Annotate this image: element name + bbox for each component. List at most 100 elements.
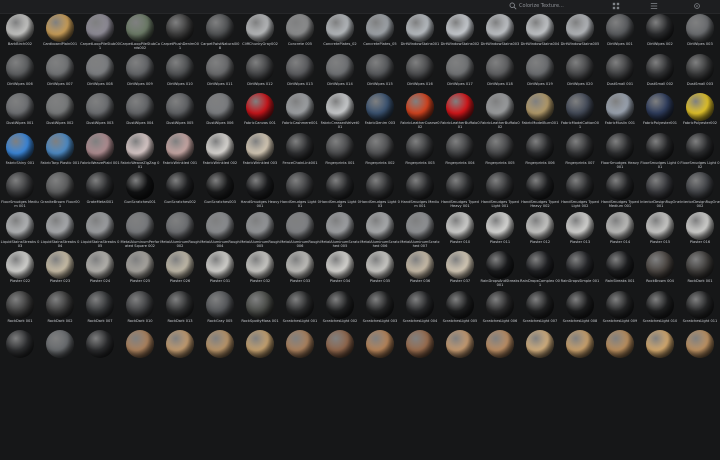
texture-item[interactable] — [280, 329, 320, 369]
texture-item[interactable]: FloorSmudges Heavy 001 — [600, 132, 640, 172]
texture-item[interactable]: GunScratches001 — [120, 171, 160, 211]
texture-item[interactable]: DustWipes 002 — [40, 92, 80, 132]
texture-item[interactable]: FabricLeatherCoarse002 — [400, 92, 440, 132]
texture-item[interactable]: HandSmudges Typed Medium 001 — [600, 171, 640, 211]
texture-item[interactable] — [40, 329, 80, 369]
texture-item[interactable] — [360, 329, 400, 369]
texture-item[interactable]: FabricShiny 001 — [0, 132, 40, 172]
texture-item[interactable]: GraniteBrown Floor001 — [40, 171, 80, 211]
texture-item[interactable]: DustWipes 005 — [160, 92, 200, 132]
texture-item[interactable]: HandSmudges Light 002 — [320, 171, 360, 211]
texture-item[interactable]: ScratchesLight 002 — [320, 290, 360, 330]
texture-item[interactable]: FloorSmudges Light 002 — [680, 132, 720, 172]
texture-item[interactable]: HandSmudges Typed Light 001 — [480, 171, 520, 211]
texture-item[interactable]: RockDark 002 — [40, 290, 80, 330]
texture-item[interactable]: ScratchesLight 008 — [560, 290, 600, 330]
texture-item[interactable]: Fingerprints 006 — [520, 132, 560, 172]
texture-item[interactable] — [160, 329, 200, 369]
texture-item[interactable]: ScratchesLight 003 — [360, 290, 400, 330]
texture-item[interactable] — [200, 329, 240, 369]
texture-item[interactable]: FabricTarp Plastic 001 — [40, 132, 80, 172]
texture-item[interactable] — [80, 329, 120, 369]
texture-item[interactable]: DirtWipes 012 — [240, 53, 280, 93]
texture-item[interactable]: LiquidStainsStreaks 004 — [40, 211, 80, 251]
texture-item[interactable]: DirtWindowStains002 — [440, 13, 480, 53]
texture-item[interactable]: DirtWipes 007 — [40, 53, 80, 93]
texture-item[interactable]: ScratchesLight 007 — [520, 290, 560, 330]
texture-item[interactable]: MetalAluminumRough 004 — [200, 211, 240, 251]
texture-item[interactable]: FloorSmudges Light 001 — [640, 132, 680, 172]
texture-item[interactable] — [400, 329, 440, 369]
texture-item[interactable]: MetalAluminumRough 005 — [240, 211, 280, 251]
texture-item[interactable]: LiquidStainsStreaks 005 — [80, 211, 120, 251]
texture-item[interactable]: DirtWipes 008 — [80, 53, 120, 93]
texture-item[interactable]: Plaster 035 — [360, 250, 400, 290]
texture-item[interactable]: ScratchesLight 006 — [480, 290, 520, 330]
texture-item[interactable]: DirtWipes 019 — [520, 53, 560, 93]
texture-item[interactable]: Plaster 032 — [240, 250, 280, 290]
texture-item[interactable]: RockDark 001 — [680, 250, 720, 290]
texture-item[interactable]: LiquidStainsStreaks 003 — [0, 211, 40, 251]
texture-item[interactable]: RockGray 005 — [200, 290, 240, 330]
texture-item[interactable]: Plaster 011 — [480, 211, 520, 251]
texture-item[interactable]: ScratchesLight 009 — [600, 290, 640, 330]
texture-item[interactable]: FabricMuslin 001 — [600, 92, 640, 132]
texture-item[interactable]: Fingerprints 003 — [400, 132, 440, 172]
texture-item[interactable]: Plaster 031 — [200, 250, 240, 290]
texture-item[interactable] — [0, 329, 40, 369]
search-input[interactable]: Colorize Texture... — [519, 1, 601, 11]
texture-item[interactable]: FabricWrinkled 002 — [200, 132, 240, 172]
texture-item[interactable]: DirtWipes 010 — [160, 53, 200, 93]
texture-item[interactable]: DustWipes 004 — [120, 92, 160, 132]
texture-item[interactable]: GrateMetal001 — [80, 171, 120, 211]
texture-item[interactable]: CardboardPlain001 — [40, 13, 80, 53]
texture-item[interactable]: Plaster 022 — [0, 250, 40, 290]
texture-item[interactable] — [320, 329, 360, 369]
texture-item[interactable]: Plaster 034 — [320, 250, 360, 290]
texture-item[interactable]: ScratchesLight 004 — [400, 290, 440, 330]
texture-item[interactable]: Plaster 037 — [440, 250, 480, 290]
texture-item[interactable]: DirtWindowStains004 — [520, 13, 560, 53]
texture-item[interactable]: FabricModelBurn001 — [520, 92, 560, 132]
texture-item[interactable]: DirtWipes 020 — [560, 53, 600, 93]
texture-item[interactable]: Plaster 013 — [560, 211, 600, 251]
texture-item[interactable]: DustWipes 003 — [80, 92, 120, 132]
texture-item[interactable]: Plaster 024 — [80, 250, 120, 290]
settings-icon[interactable] — [693, 2, 701, 10]
texture-item[interactable] — [440, 329, 480, 369]
texture-item[interactable]: DirtWipes 003 — [680, 13, 720, 53]
texture-item[interactable]: DirtWindowStains003 — [480, 13, 520, 53]
texture-item[interactable]: HandSmudges Light 001 — [280, 171, 320, 211]
texture-item[interactable]: FabricWeaveZigZag 001 — [120, 132, 160, 172]
texture-item[interactable]: FabricWrinkled 003 — [240, 132, 280, 172]
texture-item[interactable]: DirtWipes 014 — [320, 53, 360, 93]
texture-item[interactable]: DustWipes 006 — [200, 92, 240, 132]
texture-item[interactable]: Plaster 023 — [40, 250, 80, 290]
texture-item[interactable]: ScratchesLight 010 — [640, 290, 680, 330]
texture-item[interactable]: DirtWipes 016 — [400, 53, 440, 93]
texture-item[interactable]: GunScratches003 — [200, 171, 240, 211]
texture-item[interactable]: DustSmall 003 — [680, 53, 720, 93]
texture-item[interactable]: DustWipes 001 — [0, 92, 40, 132]
texture-item[interactable]: Fingerprints 002 — [360, 132, 400, 172]
grid-view-icon[interactable] — [612, 2, 620, 10]
texture-item[interactable] — [480, 329, 520, 369]
texture-item[interactable]: Plaster 012 — [520, 211, 560, 251]
texture-item[interactable]: CarpetLoopPileStubCords002 — [120, 13, 160, 53]
texture-item[interactable]: BarkBirch002 — [0, 13, 40, 53]
texture-item[interactable]: ConcretePlates_02 — [320, 13, 360, 53]
texture-item[interactable]: DirtWipes 015 — [360, 53, 400, 93]
texture-item[interactable]: RockDark 001 — [0, 290, 40, 330]
texture-item[interactable]: GunScratches002 — [160, 171, 200, 211]
texture-item[interactable]: Fingerprints 004 — [440, 132, 480, 172]
texture-item[interactable]: HandSmudges Medium 001 — [400, 171, 440, 211]
texture-item[interactable]: DirtWipes 017 — [440, 53, 480, 93]
texture-item[interactable] — [680, 329, 720, 369]
texture-item[interactable]: FloorSmudges Medium 001 — [0, 171, 40, 211]
texture-item[interactable]: HandSmudges Heavy 001 — [240, 171, 280, 211]
texture-item[interactable]: Plaster 010 — [440, 211, 480, 251]
texture-item[interactable]: Plaster 025 — [120, 250, 160, 290]
texture-item[interactable]: RainDropsSimple 001 — [560, 250, 600, 290]
texture-item[interactable]: ScratchesLight 005 — [440, 290, 480, 330]
texture-item[interactable]: ConcretePlates_05 — [360, 13, 400, 53]
